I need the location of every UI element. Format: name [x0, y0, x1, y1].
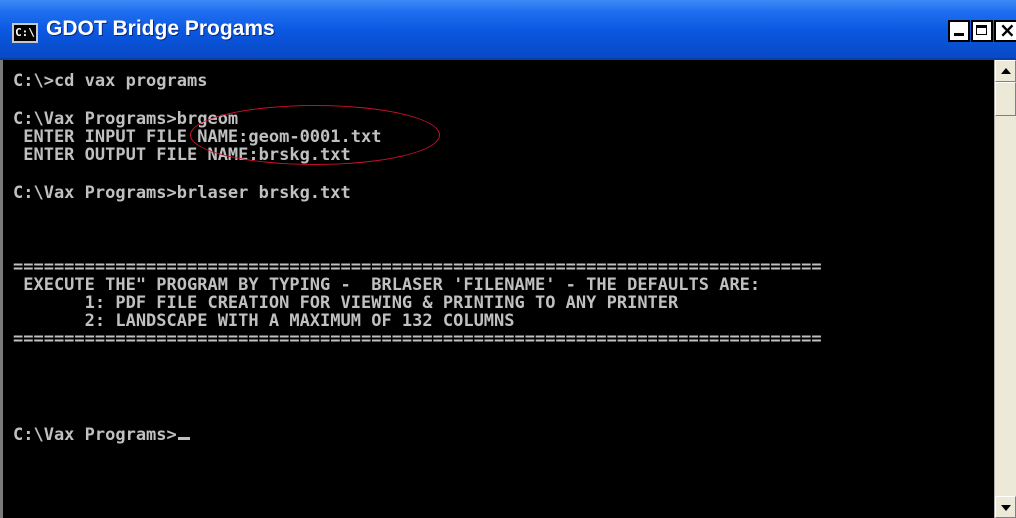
console-line: C:\Vax Programs>brgeom — [13, 109, 239, 129]
console-line: C:\Vax Programs>brlaser brskg.txt — [13, 183, 351, 203]
console-line: ENTER INPUT FILE NAME:geom-0001.txt — [13, 127, 382, 147]
close-icon: × — [999, 18, 1016, 42]
console-window: C:\ GDOT Bridge Progams × C:\>cd vax pro… — [0, 0, 1016, 518]
close-button[interactable]: × — [994, 18, 1016, 42]
console-separator: ========================================… — [13, 257, 822, 277]
console-line: 2: LANDSCAPE WITH A MAXIMUM OF 132 COLUM… — [13, 311, 515, 331]
window-title: GDOT Bridge Progams — [46, 17, 275, 40]
console-output[interactable]: C:\>cd vax programs C:\Vax Programs>brge… — [0, 60, 994, 518]
console-prompt: C:\Vax Programs> — [13, 425, 177, 445]
scroll-down-button[interactable] — [995, 496, 1016, 518]
console-line: C:\>cd vax programs — [13, 71, 208, 91]
console-separator: ========================================… — [13, 329, 822, 349]
console-prompt-line: C:\Vax Programs> — [13, 426, 190, 444]
console-line: EXECUTE THE" PROGRAM BY TYPING - BRLASER… — [13, 275, 761, 295]
vertical-scrollbar[interactable] — [994, 60, 1016, 518]
console-line: ENTER OUTPUT FILE NAME:brskg.txt — [13, 145, 351, 165]
console-app-icon[interactable]: C:\ — [12, 23, 38, 43]
console-line: 1: PDF FILE CREATION FOR VIEWING & PRINT… — [13, 293, 679, 313]
maximize-button[interactable] — [971, 20, 993, 42]
minimize-button[interactable] — [948, 20, 970, 42]
scroll-up-button[interactable] — [995, 60, 1016, 82]
scroll-thumb[interactable] — [995, 82, 1016, 116]
text-cursor — [177, 437, 190, 440]
title-bar[interactable]: C:\ GDOT Bridge Progams × — [0, 0, 1016, 60]
